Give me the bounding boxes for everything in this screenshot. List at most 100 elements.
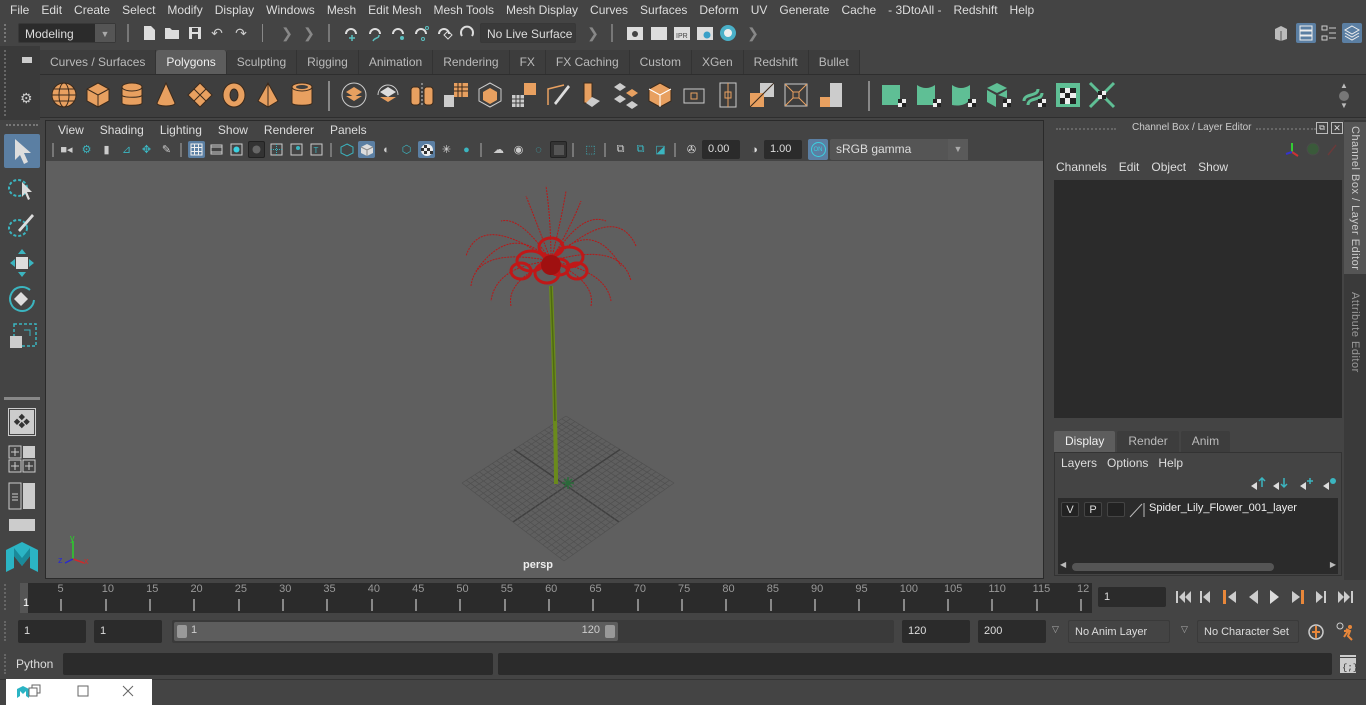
drag-handle[interactable]: [4, 24, 8, 42]
poly-cone-icon[interactable]: [152, 81, 180, 109]
range-slider-bar-fill[interactable]: 1 120: [174, 622, 618, 641]
menu-edit-mesh[interactable]: Edit Mesh: [362, 0, 427, 20]
command-input[interactable]: [63, 653, 493, 675]
viewport-menu-view[interactable]: View: [50, 123, 92, 137]
gamma-icon[interactable]: ◑: [746, 141, 763, 158]
merge-to-center-icon[interactable]: [782, 81, 810, 109]
menu-redshift[interactable]: Redshift: [948, 0, 1004, 20]
append-to-polygon-icon[interactable]: [680, 81, 708, 109]
animation-start-field[interactable]: 1: [18, 620, 86, 643]
shelf-tab-custom[interactable]: Custom: [629, 50, 692, 74]
play-backwards-icon[interactable]: [1249, 590, 1258, 604]
timeline-ruler[interactable]: 1 5 10 15 20 25 30 35 40 45 50 55 60 65 70 75 80 85 90 95 1…: [20, 583, 1092, 613]
gate-mask-icon[interactable]: [248, 141, 265, 158]
separate-icon[interactable]: [374, 81, 402, 109]
motion-blur-icon[interactable]: ◉: [510, 141, 527, 158]
default-material-icon[interactable]: ◐: [378, 141, 395, 158]
camera-attributes-icon[interactable]: ⚙: [78, 141, 95, 158]
new-scene-icon[interactable]: [140, 24, 158, 42]
collapse-icon[interactable]: [816, 81, 844, 109]
menu-deform[interactable]: Deform: [693, 0, 744, 20]
workspace-mode-dropdown[interactable]: Modeling ▼: [18, 23, 116, 43]
2d-pan-zoom-icon[interactable]: ✥: [138, 141, 155, 158]
field-chart-icon[interactable]: [268, 141, 285, 158]
layer-name[interactable]: Spider_Lily_Flower_001_layer: [1149, 502, 1297, 514]
shelf-tab-fx[interactable]: FX: [509, 50, 546, 74]
depth-of-field-icon[interactable]: [550, 141, 567, 158]
contour-stretch-icon[interactable]: [1020, 81, 1048, 109]
grid-toggle-icon[interactable]: [188, 141, 205, 158]
shelf-tab-animation[interactable]: Animation: [358, 50, 434, 74]
live-surface-field[interactable]: No Live Surface: [480, 23, 576, 43]
maximize-icon[interactable]: [76, 684, 90, 698]
layer-tab-render[interactable]: Render: [1117, 431, 1179, 452]
shelf-tab-bullet[interactable]: Bullet: [808, 50, 860, 74]
layer-tab-anim[interactable]: Anim: [1180, 431, 1231, 452]
playback-start-field[interactable]: 1: [94, 620, 162, 643]
smooth-icon[interactable]: [442, 81, 470, 109]
single-view-layout[interactable]: [8, 408, 36, 436]
layer-row[interactable]: V P Spider_Lily_Flower_001_layer: [1058, 500, 1338, 520]
menu-3dtoall[interactable]: - 3DtoAll -: [882, 0, 947, 20]
range-start-handle[interactable]: [177, 625, 187, 638]
channel-box-menu-show[interactable]: Show: [1194, 160, 1236, 174]
spherical-mapping-icon[interactable]: [950, 81, 978, 109]
lasso-select-tool[interactable]: [4, 172, 40, 206]
minimized-window[interactable]: [6, 679, 152, 705]
viewport-menu-renderer[interactable]: Renderer: [256, 123, 322, 137]
menu-cache[interactable]: Cache: [835, 0, 882, 20]
snap-to-point-icon[interactable]: [390, 24, 408, 42]
image-plane-icon[interactable]: ⊿: [118, 141, 135, 158]
menu-mesh[interactable]: Mesh: [321, 0, 362, 20]
step-forward-frame-icon[interactable]: [1316, 591, 1326, 603]
color-space-dropdown[interactable]: sRGB gamma ▼: [830, 139, 968, 160]
layer-menu-layers[interactable]: Layers: [1059, 456, 1105, 470]
uv-distort-icon[interactable]: [1088, 81, 1116, 109]
xray-joints-icon[interactable]: ⧉: [632, 141, 649, 158]
shelf-tab-rendering[interactable]: Rendering: [433, 50, 510, 74]
animation-end-field[interactable]: 200: [978, 620, 1046, 643]
persp-graph-layout[interactable]: [8, 518, 36, 532]
menu-create[interactable]: Create: [68, 0, 116, 20]
drag-handle[interactable]: [4, 50, 8, 116]
exposure-field[interactable]: 0.00: [702, 140, 740, 159]
step-back-key-icon[interactable]: [1223, 590, 1236, 604]
snap-to-curve-icon[interactable]: [367, 24, 385, 42]
shelf-tab-sculpting[interactable]: Sculpting: [226, 50, 298, 74]
viewport-menu-show[interactable]: Show: [210, 123, 256, 137]
script-editor-icon[interactable]: {;}: [1339, 654, 1357, 674]
xray-components-icon[interactable]: ◪: [652, 141, 669, 158]
auto-key-icon[interactable]: [1306, 622, 1326, 642]
shelf-tab-fx-caching[interactable]: FX Caching: [545, 50, 630, 74]
fill-hole-icon[interactable]: [714, 81, 742, 109]
gamma-field[interactable]: 1.00: [764, 140, 802, 159]
poly-pipe-icon[interactable]: [288, 81, 316, 109]
layer-visibility-toggle[interactable]: V: [1061, 502, 1079, 517]
render-view-icon[interactable]: [626, 24, 644, 42]
poly-cube-icon[interactable]: [84, 81, 112, 109]
color-management-toggle[interactable]: ON: [808, 139, 828, 160]
restore-icon[interactable]: [28, 684, 42, 698]
isolate-select-icon[interactable]: ⬚: [582, 141, 599, 158]
mirror-icon[interactable]: [408, 81, 436, 109]
render-settings-icon[interactable]: [696, 24, 714, 42]
ipr-render-icon[interactable]: IPR: [673, 24, 691, 42]
poly-cylinder-icon[interactable]: [118, 81, 146, 109]
menu-modify[interactable]: Modify: [161, 0, 208, 20]
shelf-tab-redshift[interactable]: Redshift: [743, 50, 809, 74]
layer-display-type-toggle[interactable]: [1107, 502, 1125, 517]
shelf-tab-polygons[interactable]: Polygons: [156, 50, 227, 74]
current-frame-field[interactable]: 1: [1098, 587, 1166, 607]
character-set-chevron-icon[interactable]: ▽: [1181, 624, 1188, 635]
shelf-tab-rigging[interactable]: Rigging: [297, 50, 359, 74]
step-back-frame-icon[interactable]: [1200, 591, 1210, 603]
rotate-tool[interactable]: [4, 282, 40, 316]
script-language-toggle[interactable]: Python: [16, 657, 53, 671]
uv-editor-icon[interactable]: [1054, 81, 1082, 109]
snap-to-grid-icon[interactable]: [343, 24, 361, 42]
textured-icon[interactable]: [418, 141, 435, 158]
layer-menu-options[interactable]: Options: [1105, 456, 1156, 470]
paint-select-tool[interactable]: [4, 208, 40, 242]
shadows-icon[interactable]: ●: [458, 141, 475, 158]
bridge-icon[interactable]: [646, 81, 674, 109]
